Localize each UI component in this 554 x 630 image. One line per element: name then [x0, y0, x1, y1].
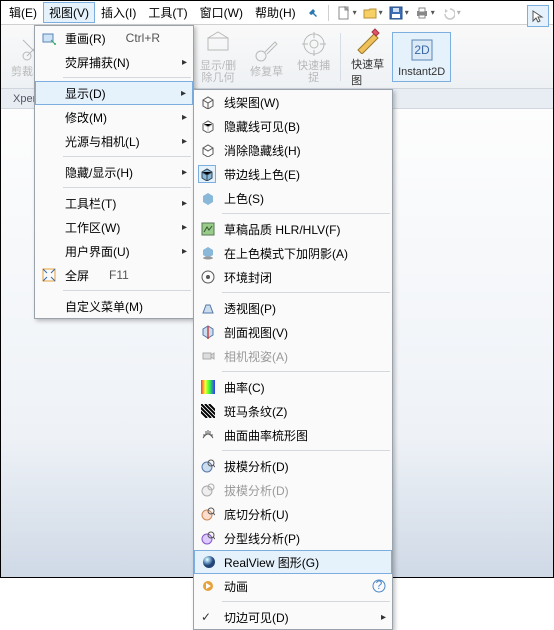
ribbon-repair[interactable]: 修复草	[244, 36, 289, 78]
submenu-section[interactable]: 剖面视图(V)	[194, 320, 392, 344]
menu-tools[interactable]: 工具(T)	[142, 2, 193, 23]
submenu-draft-analysis-2: 拔模分析(D)	[194, 478, 392, 502]
submenu-ambient-occlusion[interactable]: 环境封闭	[194, 265, 392, 289]
submenu-draft-analysis[interactable]: 拔模分析(D)	[194, 454, 392, 478]
new-icon[interactable]	[336, 5, 352, 21]
submenu-hlr[interactable]: 消除隐藏线(H)	[194, 138, 392, 162]
redraw-icon	[41, 30, 57, 46]
submenu-wireframe[interactable]: 线架图(W)	[194, 90, 392, 114]
menu-modify[interactable]: 修改(M)▸	[35, 105, 193, 129]
animation-icon	[200, 578, 216, 594]
check-icon: ✓	[201, 610, 211, 624]
hlr-icon	[200, 142, 216, 158]
submenu-zebra[interactable]: 斑马条纹(Z)	[194, 399, 392, 423]
menu-hide-show[interactable]: 隐藏/显示(H)▸	[35, 160, 193, 184]
realview-icon	[201, 554, 217, 570]
zebra-icon	[200, 403, 216, 419]
menu-window[interactable]: 窗口(W)	[194, 2, 249, 23]
print-icon[interactable]	[414, 5, 430, 21]
ribbon-quick-sketch[interactable]: 快速草 图	[345, 22, 390, 92]
shadows-icon	[200, 245, 216, 261]
menubar: 辑(E) 视图(V) 插入(I) 工具(T) 窗口(W) 帮助(H) ▾ ▾ ▾…	[1, 1, 553, 25]
ribbon-snap[interactable]: 快速捕 捉	[291, 30, 336, 84]
menu-lights-cameras[interactable]: 光源与相机(L)▸	[35, 129, 193, 153]
svg-text:2D: 2D	[414, 43, 430, 57]
menu-screen-capture[interactable]: 荧屏捕获(N)▸	[35, 50, 193, 74]
draft-quality-icon	[200, 221, 216, 237]
curvature-icon	[200, 379, 216, 395]
submenu-tangent-edges[interactable]: ✓切边可见(D)▸	[194, 605, 392, 629]
submenu-shaded-edges[interactable]: 带边线上色(E)	[194, 162, 392, 186]
save-icon[interactable]	[388, 5, 404, 21]
ao-icon	[200, 269, 216, 285]
submenu-shaded[interactable]: 上色(S)	[194, 186, 392, 210]
submenu-realview[interactable]: RealView 图形(G)	[194, 550, 392, 574]
shaded-edges-icon	[198, 165, 216, 183]
wireframe-icon	[200, 94, 216, 110]
ribbon-instant2d[interactable]: 2DInstant2D	[392, 32, 451, 82]
submenu-curvature-combs[interactable]: 曲面曲率梳形图	[194, 423, 392, 447]
menu-ui[interactable]: 用户界面(U)▸	[35, 239, 193, 263]
hlv-icon	[200, 118, 216, 134]
menu-customize[interactable]: 自定义菜单(M)	[35, 294, 193, 318]
section-icon	[200, 324, 216, 340]
svg-text:?: ?	[376, 579, 383, 592]
undercut-icon	[200, 506, 216, 522]
open-icon[interactable]	[362, 5, 378, 21]
submenu-shadows[interactable]: 在上色模式下加阴影(A)	[194, 241, 392, 265]
display-submenu: 线架图(W) 隐藏线可见(B) 消除隐藏线(H) 带边线上色(E) 上色(S) …	[193, 89, 393, 630]
submenu-undercut[interactable]: 底切分析(U)	[194, 502, 392, 526]
menu-fullscreen[interactable]: 全屏F11	[35, 263, 193, 287]
submenu-draft-quality[interactable]: 草稿品质 HLR/HLV(F)	[194, 217, 392, 241]
menu-help[interactable]: 帮助(H)	[249, 2, 302, 23]
camera-icon	[200, 348, 216, 364]
help-icon[interactable]: ?	[372, 579, 386, 593]
shaded-icon	[200, 190, 216, 206]
comb-icon	[200, 427, 216, 443]
fullscreen-icon	[41, 267, 57, 283]
submenu-perspective[interactable]: 透视图(P)	[194, 296, 392, 320]
draft-analysis-icon	[200, 458, 216, 474]
perspective-icon	[200, 300, 216, 316]
pin-icon[interactable]	[305, 5, 321, 21]
menu-workspace[interactable]: 工作区(W)▸	[35, 215, 193, 239]
menu-display[interactable]: 显示(D)▸	[35, 81, 193, 105]
draft-analysis-2-icon	[200, 482, 216, 498]
menu-insert[interactable]: 插入(I)	[95, 2, 142, 23]
undo-icon[interactable]	[440, 5, 456, 21]
menu-toolbars[interactable]: 工具栏(T)▸	[35, 191, 193, 215]
submenu-curvature[interactable]: 曲率(C)	[194, 375, 392, 399]
parting-icon	[200, 530, 216, 546]
ribbon-show-delete[interactable]: 显示/删 除几何	[194, 30, 242, 84]
menu-edit[interactable]: 辑(E)	[3, 2, 43, 23]
view-menu: 重画(R)Ctrl+R 荧屏捕获(N)▸ 显示(D)▸ 修改(M)▸ 光源与相机…	[34, 25, 194, 319]
submenu-hlv[interactable]: 隐藏线可见(B)	[194, 114, 392, 138]
submenu-parting-line[interactable]: 分型线分析(P)	[194, 526, 392, 550]
cursor-button[interactable]	[527, 5, 549, 27]
menu-view[interactable]: 视图(V)	[43, 2, 95, 23]
menu-redraw[interactable]: 重画(R)Ctrl+R	[35, 26, 193, 50]
submenu-camera-view: 相机视姿(A)	[194, 344, 392, 368]
